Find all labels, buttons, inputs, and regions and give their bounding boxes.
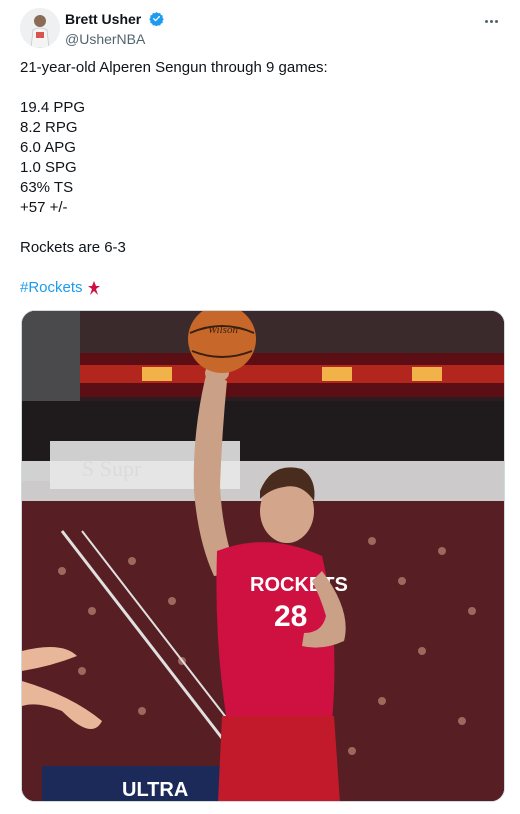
tweet-line xyxy=(20,78,500,98)
tweet: Brett Usher @UsherNBA 21-year-old Alpere… xyxy=(0,0,520,814)
tweet-line xyxy=(20,218,500,238)
tweet-photo[interactable]: S Supr ULTRA xyxy=(21,310,505,802)
tweet-header: Brett Usher @UsherNBA xyxy=(20,8,506,48)
rockets-logo-icon xyxy=(87,281,100,296)
author-handle[interactable]: @UsherNBA xyxy=(65,31,164,47)
author-names: Brett Usher @UsherNBA xyxy=(65,10,164,47)
ball-brand-text: Wilson xyxy=(208,324,238,336)
avatar[interactable] xyxy=(20,8,60,48)
tweet-line: 19.4 PPG xyxy=(20,99,86,116)
avatar-image xyxy=(20,8,60,48)
tweet-line: Rockets are 6-3 xyxy=(20,239,126,256)
hashtag-line: #Rockets xyxy=(20,278,500,298)
tweet-line: 6.0 APG xyxy=(20,139,76,156)
tweet-line xyxy=(20,258,500,278)
hashtag-link[interactable]: #Rockets xyxy=(20,279,83,296)
tweet-line: 63% TS xyxy=(20,179,74,196)
tweet-line: 21-year-old Alperen Sengun through 9 gam… xyxy=(20,59,328,76)
tweet-text: 21-year-old Alperen Sengun through 9 gam… xyxy=(20,58,500,298)
tweet-line: 1.0 SPG xyxy=(20,159,77,176)
tweet-line: 8.2 RPG xyxy=(20,119,78,136)
display-name[interactable]: Brett Usher xyxy=(65,11,141,27)
banner-text: ULTRA xyxy=(122,779,188,801)
tweet-line: +57 +/- xyxy=(20,199,68,216)
basketball-photo: S Supr ULTRA xyxy=(22,311,504,801)
verified-badge-icon xyxy=(148,12,164,27)
more-options-icon[interactable] xyxy=(484,10,506,28)
jersey-number-text: 28 xyxy=(274,600,307,633)
